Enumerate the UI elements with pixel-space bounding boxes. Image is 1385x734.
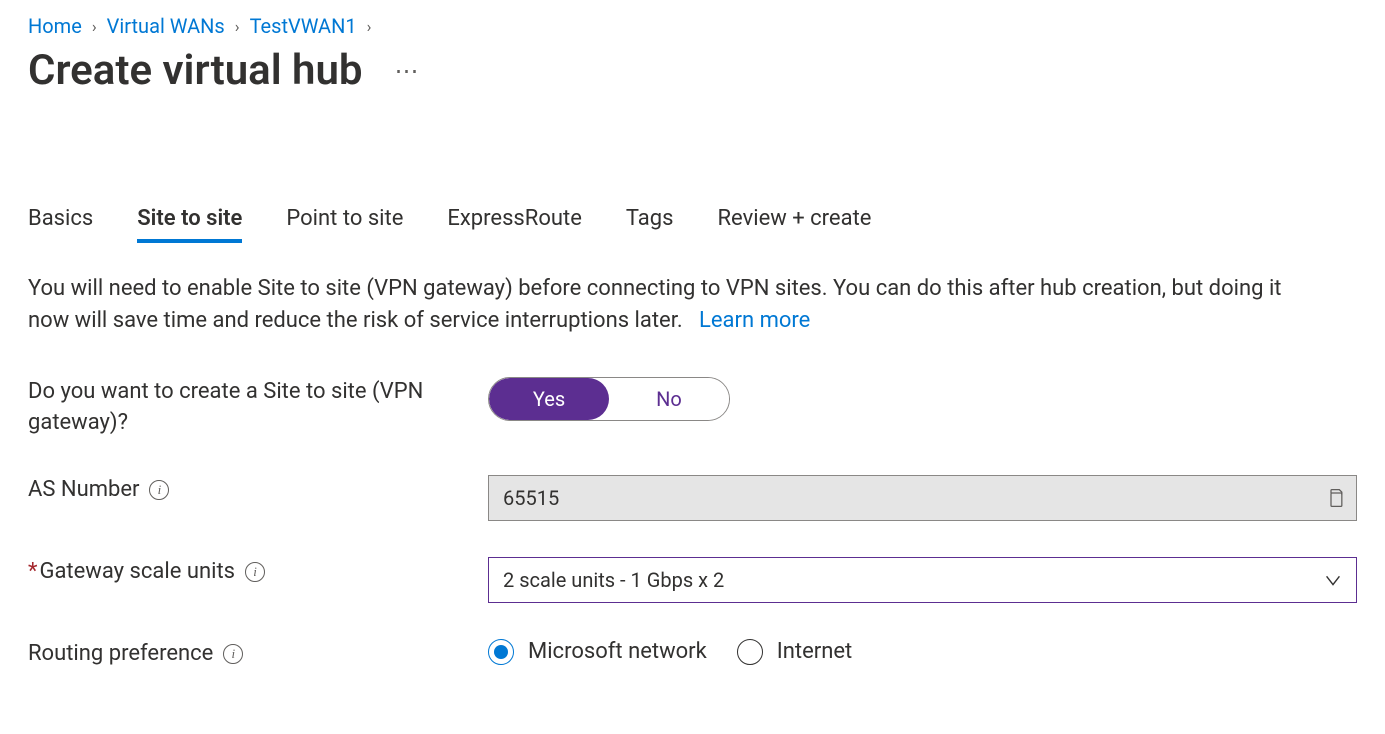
chevron-right-icon: › (92, 17, 97, 36)
label-routing-preference: Routing preference i (28, 639, 488, 670)
info-icon[interactable]: i (149, 480, 169, 500)
tab-tags[interactable]: Tags (626, 206, 674, 243)
breadcrumb-home[interactable]: Home (28, 14, 82, 38)
label-create-gateway: Do you want to create a Site to site (VP… (28, 377, 488, 439)
chevron-down-icon (1322, 569, 1344, 591)
breadcrumb-virtual-wans[interactable]: Virtual WANs (107, 14, 225, 38)
radio-internet-label: Internet (777, 639, 852, 664)
label-routing-preference-text: Routing preference (28, 639, 213, 670)
radio-microsoft-network-label: Microsoft network (528, 639, 707, 664)
as-number-value: 65515 (503, 486, 1326, 510)
info-icon[interactable]: i (245, 562, 265, 582)
tabs: Basics Site to site Point to site Expres… (28, 206, 1357, 243)
as-number-field: 65515 (488, 475, 1357, 521)
toggle-create-gateway-no[interactable]: No (609, 378, 729, 420)
row-as-number: AS Number i 65515 (28, 475, 1357, 521)
row-gateway-scale: *Gateway scale units i 2 scale units - 1… (28, 557, 1357, 603)
more-actions-button[interactable]: ⋯ (391, 55, 425, 87)
label-as-number-text: AS Number (28, 475, 139, 506)
tab-description: You will need to enable Site to site (VP… (28, 273, 1308, 337)
gateway-scale-select[interactable]: 2 scale units - 1 Gbps x 2 (488, 557, 1357, 603)
radio-microsoft-network[interactable]: Microsoft network (488, 639, 707, 665)
toggle-create-gateway-yes[interactable]: Yes (489, 378, 609, 420)
tab-expressroute[interactable]: ExpressRoute (447, 206, 582, 243)
label-gateway-scale: *Gateway scale units i (28, 557, 488, 588)
chevron-right-icon: › (235, 17, 240, 36)
label-gateway-scale-text: Gateway scale units (39, 559, 235, 584)
tab-description-text: You will need to enable Site to site (VP… (28, 276, 1281, 333)
learn-more-link[interactable]: Learn more (699, 308, 810, 333)
row-create-gateway: Do you want to create a Site to site (VP… (28, 377, 1357, 439)
radio-icon-selected (488, 639, 514, 665)
toggle-create-gateway: Yes No (488, 377, 730, 421)
copy-icon[interactable] (1326, 486, 1346, 510)
page-title: Create virtual hub (28, 46, 363, 96)
chevron-right-icon: › (367, 17, 372, 36)
title-row: Create virtual hub ⋯ (28, 38, 1357, 106)
radio-internet[interactable]: Internet (737, 639, 852, 665)
radio-icon-unselected (737, 639, 763, 665)
routing-preference-group: Microsoft network Internet (488, 639, 1357, 665)
tab-site-to-site[interactable]: Site to site (137, 206, 242, 243)
row-routing-preference: Routing preference i Microsoft network I… (28, 639, 1357, 670)
label-create-gateway-text: Do you want to create a Site to site (VP… (28, 377, 488, 439)
tab-basics[interactable]: Basics (28, 206, 93, 243)
info-icon[interactable]: i (223, 644, 243, 664)
form: Do you want to create a Site to site (VP… (28, 377, 1357, 669)
label-as-number: AS Number i (28, 475, 488, 506)
gateway-scale-value: 2 scale units - 1 Gbps x 2 (503, 568, 1322, 592)
breadcrumb: Home › Virtual WANs › TestVWAN1 › (28, 4, 1357, 38)
required-asterisk: * (28, 559, 37, 584)
breadcrumb-testvwan1[interactable]: TestVWAN1 (250, 14, 357, 38)
tab-review-create[interactable]: Review + create (717, 206, 871, 243)
tab-point-to-site[interactable]: Point to site (286, 206, 403, 243)
